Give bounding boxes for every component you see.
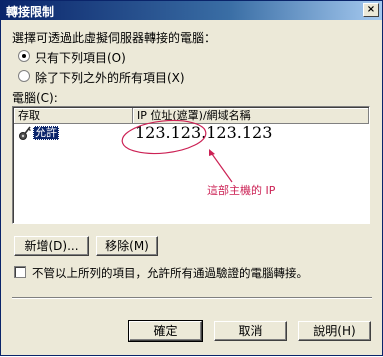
column-header-access[interactable]: 存取 — [14, 108, 133, 124]
add-button[interactable]: 新增(D)... — [14, 236, 89, 256]
radio-only-listed[interactable] — [18, 50, 30, 62]
remove-button[interactable]: 移除(M) — [96, 236, 158, 256]
prompt-text: 選擇可透過此虛擬伺服器轉接的電腦： — [12, 31, 217, 45]
radio-all-except-listed-label[interactable]: 除了下列之外的所有項目(X) — [35, 69, 185, 86]
allow-all-checkbox[interactable] — [14, 266, 26, 278]
help-button[interactable]: 說明(H) — [298, 321, 371, 341]
computer-list-label: 電腦(C): — [12, 91, 58, 105]
column-header-address[interactable]: IP 位址(遮罩)/網域名稱 — [133, 108, 369, 124]
close-button[interactable]: × — [363, 3, 379, 17]
title-bar[interactable]: 轉接限制 × — [1, 1, 382, 20]
list-item-address[interactable]: 123.123.123.123 — [135, 124, 272, 142]
annotation-label: 這部主機的 IP — [207, 184, 276, 197]
window-title: 轉接限制 — [6, 5, 55, 19]
divider — [12, 297, 372, 299]
radio-only-listed-label[interactable]: 只有下列項目(O) — [35, 49, 126, 66]
radio-all-except-listed[interactable] — [18, 70, 30, 82]
key-icon — [19, 126, 31, 140]
cancel-button[interactable]: 取消 — [214, 321, 287, 341]
allow-all-label[interactable]: 不管以上所列的項目，允許所有通過驗證的電腦轉接。 — [32, 265, 308, 281]
ok-button[interactable]: 確定 — [128, 320, 203, 342]
computer-list[interactable]: 存取 IP 位址(遮罩)/網域名稱 允許 123.123.123.123 — [12, 106, 370, 224]
restriction-dialog: 轉接限制 × 選擇可透過此虛擬伺服器轉接的電腦： 只有下列項目(O) 除了下列之… — [0, 0, 383, 356]
list-item-access[interactable]: 允許 — [33, 126, 59, 140]
